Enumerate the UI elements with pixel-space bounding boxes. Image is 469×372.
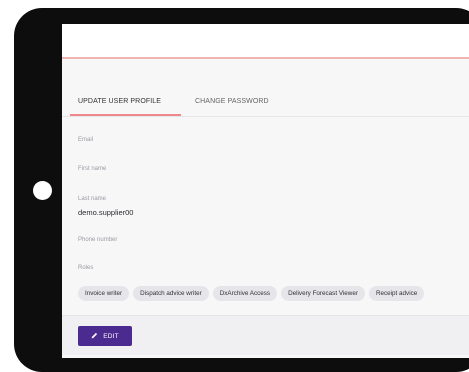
role-chip[interactable]: Receipt advice bbox=[368, 286, 425, 301]
tab-change-password[interactable]: CHANGE PASSWORD bbox=[195, 98, 269, 105]
active-tab-indicator bbox=[70, 114, 181, 116]
roles-field: Roles bbox=[78, 265, 93, 271]
role-chip[interactable]: Delivery Forecast Viewer bbox=[281, 286, 365, 301]
roles-label: Roles bbox=[78, 265, 94, 271]
first-name-field[interactable]: First name bbox=[78, 166, 106, 178]
last-name-value: demo.supplier00 bbox=[78, 208, 134, 217]
first-name-label: First name bbox=[78, 166, 107, 172]
last-name-field[interactable]: Last name demo.supplier00 bbox=[78, 196, 133, 217]
edit-button[interactable]: EDIT bbox=[78, 326, 132, 346]
roles-chip-list: Invoice writer Dispatch advice writer DxAr… bbox=[78, 282, 428, 301]
phone-number-field[interactable]: Phone number bbox=[78, 237, 117, 249]
pencil-icon bbox=[91, 332, 98, 341]
header-accent-line bbox=[62, 57, 469, 59]
form-actions-bar: EDIT bbox=[62, 315, 469, 355]
tab-update-user-profile[interactable]: UPDATE USER PROFILE bbox=[78, 98, 161, 105]
email-field[interactable]: Email bbox=[78, 137, 93, 149]
email-label: Email bbox=[78, 137, 94, 143]
last-name-label: Last name bbox=[78, 196, 107, 202]
role-chip[interactable]: Invoice writer bbox=[78, 286, 130, 301]
role-chip[interactable]: Dispatch advice writer bbox=[133, 286, 209, 301]
home-button[interactable] bbox=[33, 181, 52, 200]
role-chip[interactable]: DxArchive Access bbox=[212, 286, 278, 301]
edit-button-label: EDIT bbox=[103, 332, 119, 340]
profile-tabs: UPDATE USER PROFILE CHANGE PASSWORD bbox=[62, 91, 469, 117]
app-screen: UPDATE USER PROFILE CHANGE PASSWORD Emai… bbox=[62, 24, 469, 358]
app-header bbox=[62, 24, 469, 57]
phone-number-label: Phone number bbox=[78, 237, 118, 243]
